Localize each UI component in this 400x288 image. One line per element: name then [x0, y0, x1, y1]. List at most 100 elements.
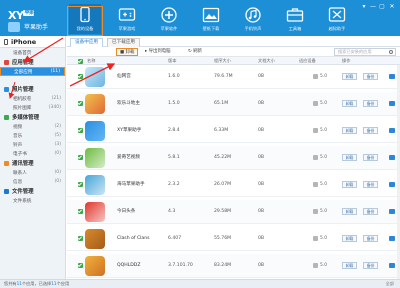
refresh-button[interactable]: ↻ 刷新	[185, 48, 205, 56]
tab-device-apps[interactable]: 设备中应用	[70, 38, 103, 47]
row-uninstall-button[interactable]: 卸载	[342, 235, 357, 242]
table-row[interactable]: 爱奇艺视频 5.8.1 45.22M 0B 5.0 卸载 备份	[67, 146, 400, 170]
column-doc-size[interactable]: 文档大小	[258, 57, 275, 65]
maximize-icon[interactable]: ▢	[378, 3, 386, 10]
device-name: iPhone	[11, 37, 37, 46]
nav-toolbox[interactable]: 工具箱	[279, 4, 311, 34]
sidebar-item-count: (3)	[54, 142, 61, 147]
sidebar-section-media-management[interactable]: 多媒体管理	[0, 112, 65, 122]
sidebar-item-device-home[interactable]: 设备首页	[0, 48, 65, 57]
device-phone-icon	[4, 38, 8, 45]
row-checkbox[interactable]	[78, 128, 83, 133]
column-version[interactable]: 版本	[168, 57, 176, 65]
column-name[interactable]: 名称	[87, 57, 95, 65]
row-uninstall-button[interactable]: 卸载	[342, 73, 357, 80]
sidebar-item-all-apps[interactable]: 全部应用 (11)	[0, 67, 65, 76]
nav-label: 工具箱	[288, 26, 302, 31]
min-ios-version: 5.0	[320, 263, 327, 268]
nav-wallpapers[interactable]: 壁纸下载	[195, 4, 227, 34]
folder-icon[interactable]	[389, 74, 395, 79]
nav-ringtones[interactable]: 手机铃声	[237, 4, 269, 34]
folder-icon[interactable]	[389, 263, 395, 268]
nav-apple-software[interactable]: 苹果软件	[153, 4, 185, 34]
row-backup-button[interactable]: 备份	[363, 235, 378, 242]
sidebar-item-messages[interactable]: 信息 (0)	[0, 177, 65, 186]
apple-icon	[313, 155, 318, 160]
row-checkbox[interactable]	[78, 263, 83, 268]
folder-icon[interactable]	[389, 209, 395, 214]
folder-icon[interactable]	[389, 155, 395, 160]
row-uninstall-button[interactable]: 卸载	[342, 262, 357, 269]
file-management-icon	[4, 188, 9, 194]
column-compatible[interactable]: 适应设备	[299, 57, 316, 65]
doc-size: 0B	[258, 101, 265, 106]
table-row[interactable]: Clash of Clans 6.407 55.76M 0B 5.0 卸载 备份	[67, 227, 400, 251]
row-backup-button[interactable]: 备份	[363, 127, 378, 134]
search-icon[interactable]	[389, 50, 393, 54]
nav-label: 苹果游戏	[118, 26, 136, 31]
folder-icon[interactable]	[389, 182, 395, 187]
export-to-pc-button[interactable]: ▸ 导出到电脑	[142, 48, 174, 56]
close-icon[interactable]: ✕	[388, 3, 396, 10]
status-mid: 个应用，已选择	[21, 281, 52, 286]
row-checkbox[interactable]	[78, 182, 83, 187]
folder-icon[interactable]	[389, 128, 395, 133]
app-icon	[85, 256, 105, 276]
sidebar-section-app-management[interactable]: 应用管理	[0, 57, 65, 67]
row-checkbox[interactable]	[78, 209, 83, 214]
sidebar-section-communication[interactable]: 通讯管理	[0, 158, 65, 168]
select-all-checkbox[interactable]	[78, 58, 83, 64]
row-backup-button[interactable]: 备份	[363, 154, 378, 161]
row-backup-button[interactable]: 备份	[363, 73, 378, 80]
nav-jailbreak[interactable]: 越狱助手	[321, 4, 353, 34]
sidebar-item-ringtones[interactable]: 铃声 (3)	[0, 140, 65, 149]
row-uninstall-button[interactable]: 卸载	[342, 100, 357, 107]
sidebar-item-video[interactable]: 视频 (2)	[0, 122, 65, 131]
row-checkbox[interactable]	[78, 236, 83, 241]
row-backup-button[interactable]: 备份	[363, 100, 378, 107]
sidebar-item-file-system[interactable]: 文件系统	[0, 196, 65, 205]
row-checkbox[interactable]	[78, 155, 83, 160]
row-uninstall-button[interactable]: 卸载	[342, 154, 357, 161]
column-app-size[interactable]: 程序大小	[214, 57, 231, 65]
row-uninstall-button[interactable]: 卸载	[342, 208, 357, 215]
tab-downloaded-apps[interactable]: 已下载应用	[107, 38, 140, 47]
sidebar-item-music[interactable]: 音乐 (5)	[0, 131, 65, 140]
photo-management-icon	[4, 86, 9, 92]
folder-icon[interactable]	[389, 101, 395, 106]
menu-dropdown-icon[interactable]: ▾	[360, 3, 368, 10]
sidebar-item-count: (0)	[54, 170, 61, 175]
sidebar-item-ebooks[interactable]: 电子书 (0)	[0, 149, 65, 158]
sidebar-item-photo-library[interactable]: 照片图库 (340)	[0, 103, 65, 112]
sidebar-item-label: 电子书	[13, 151, 27, 157]
search-input[interactable]: 搜索已安装的应用	[334, 48, 396, 56]
table-row[interactable]: 今日头条 4.3 29.58M 0B 5.0 卸载 备份	[67, 200, 400, 224]
logo-subtitle: 苹果助手	[24, 24, 49, 31]
min-ios-version: 5.0	[320, 236, 327, 241]
row-backup-button[interactable]: 备份	[363, 208, 378, 215]
table-row[interactable]: 仙网宫 1.6.0 79.6.7M 0B 5.0 卸载 备份	[67, 65, 400, 89]
nav-apple-games[interactable]: 苹果游戏	[111, 4, 143, 34]
row-backup-button[interactable]: 备份	[363, 262, 378, 269]
table-row[interactable]: 欢乐斗地主 1.5.0 65.1M 0B 5.0 卸载 备份	[67, 92, 400, 116]
table-row[interactable]: QQHLDDZ 3.7.101.70 83.24M 0B 5.0 卸载 备份	[67, 254, 400, 278]
row-checkbox[interactable]	[78, 74, 83, 79]
row-backup-button[interactable]: 备份	[363, 181, 378, 188]
sidebar-section-file-management[interactable]: 文件管理	[0, 186, 65, 196]
sidebar-item-label: 音乐	[13, 133, 23, 139]
sidebar-section-photo-management[interactable]: 照片管理	[0, 84, 65, 94]
table-row[interactable]: XY苹果助手 2.8.4 6.33M 0B 5.0 卸载 备份	[67, 119, 400, 143]
folder-icon[interactable]	[389, 236, 395, 241]
status-right[interactable]: 全部	[386, 280, 394, 288]
sidebar-item-contacts[interactable]: 联系人 (0)	[0, 168, 65, 177]
apple-icon	[313, 74, 318, 79]
table-row[interactable]: 海马苹果助手 2.3.2 26.07M 0B 5.0 卸载 备份	[67, 173, 400, 197]
row-checkbox[interactable]	[78, 101, 83, 106]
sidebar-item-count: (21)	[51, 96, 61, 101]
uninstall-button[interactable]: ■ 卸载	[116, 48, 139, 56]
row-uninstall-button[interactable]: 卸载	[342, 181, 357, 188]
minimize-icon[interactable]: —	[369, 3, 377, 10]
sidebar-item-camera-roll[interactable]: 相机胶卷 (21)	[0, 94, 65, 103]
device-header[interactable]: iPhone	[0, 36, 65, 48]
row-uninstall-button[interactable]: 卸载	[342, 127, 357, 134]
